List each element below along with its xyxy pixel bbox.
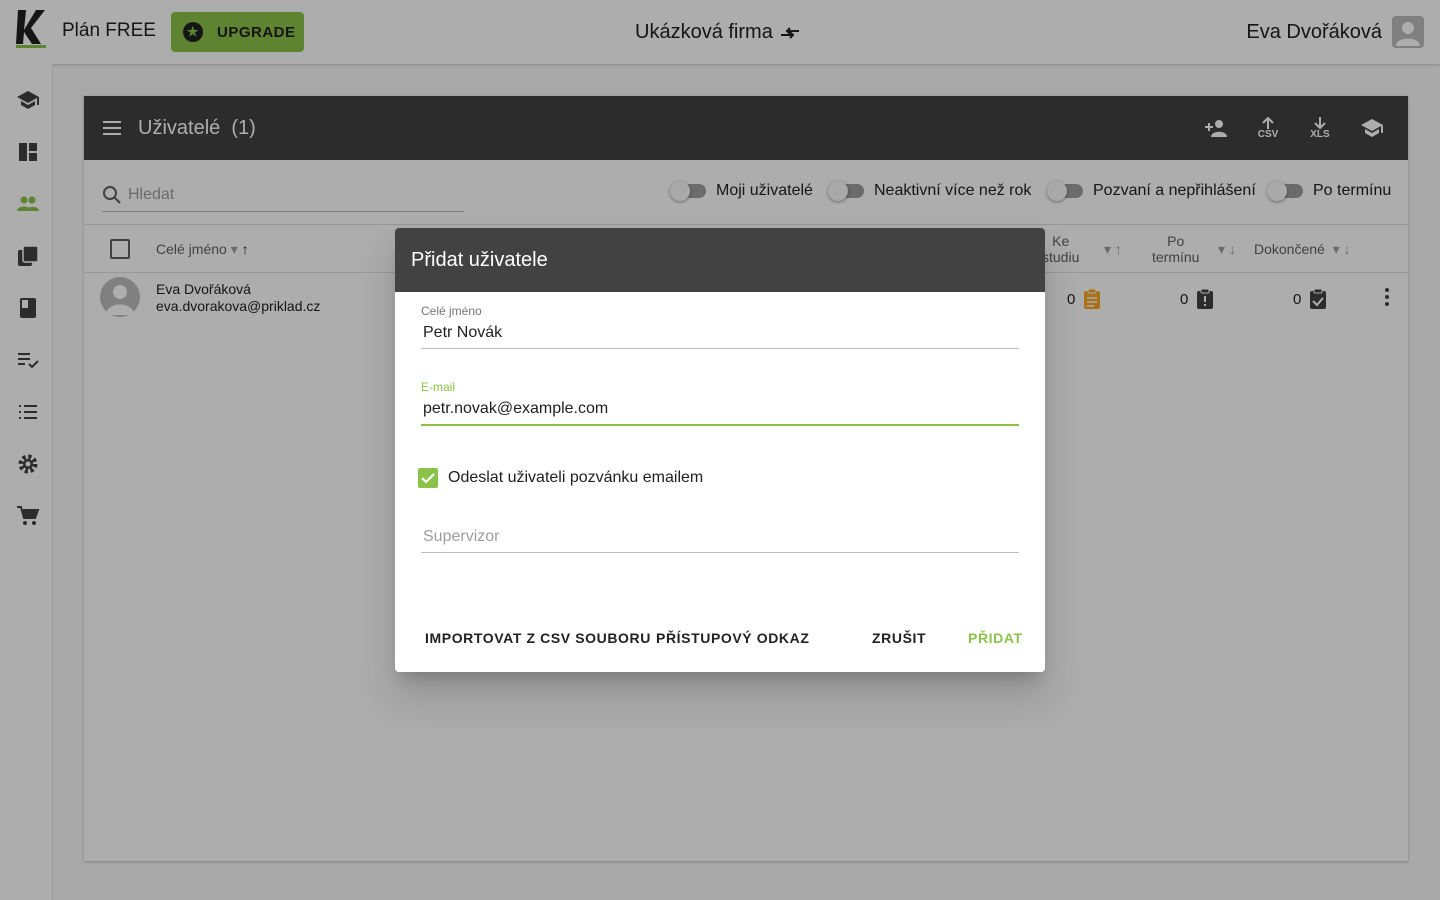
- invite-checkbox[interactable]: [418, 468, 438, 488]
- cancel-button[interactable]: ZRUŠIT: [872, 630, 926, 646]
- email-input[interactable]: [421, 400, 1019, 426]
- supervisor-input[interactable]: [421, 528, 1019, 553]
- invite-checkbox-row[interactable]: Odeslat uživateli pozvánku emailem: [418, 468, 703, 488]
- check-icon: [421, 473, 435, 484]
- full-name-label: Celé jméno: [421, 304, 482, 318]
- access-link-button[interactable]: PŘÍSTUPOVÝ ODKAZ: [656, 630, 810, 646]
- import-csv-button[interactable]: IMPORTOVAT Z CSV SOUBORU: [425, 630, 651, 646]
- dialog-title: Přidat uživatele: [395, 228, 1045, 292]
- invite-label: Odeslat uživateli pozvánku emailem: [448, 469, 704, 486]
- add-user-dialog: Přidat uživatele Celé jméno E-mail Odesl…: [395, 228, 1045, 672]
- full-name-field[interactable]: Celé jméno: [421, 304, 1019, 349]
- add-button[interactable]: PŘIDAT: [968, 630, 1023, 646]
- supervisor-field[interactable]: [421, 528, 1019, 553]
- email-field[interactable]: E-mail: [421, 380, 1019, 426]
- full-name-input[interactable]: [421, 324, 1019, 349]
- email-label: E-mail: [421, 380, 456, 394]
